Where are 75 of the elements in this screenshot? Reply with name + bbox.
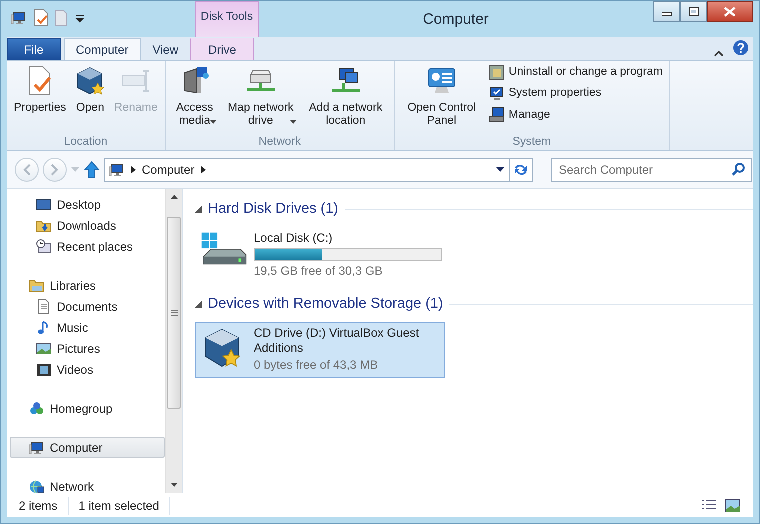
nav-item[interactable]: Libraries (10, 275, 165, 296)
nav-item[interactable]: Desktop (10, 194, 165, 215)
scroll-up-arrow-icon[interactable] (170, 195, 178, 199)
film-strip-icon (36, 362, 52, 378)
computer-check-icon (488, 86, 505, 102)
minimize-button[interactable] (653, 1, 680, 22)
nav-item[interactable]: Pictures (10, 338, 165, 359)
properties-icon[interactable] (33, 9, 49, 27)
breadcrumb-chevron-icon (200, 166, 206, 174)
recent-places-icon (36, 238, 52, 254)
nav-item[interactable]: Documents (10, 296, 165, 317)
document-icon (36, 298, 52, 314)
close-button[interactable] (707, 1, 753, 22)
nav-item[interactable]: Videos (10, 359, 165, 380)
scroll-down-arrow-icon[interactable] (170, 483, 178, 487)
ribbon-tab[interactable]: View (140, 38, 190, 60)
monitor-icon (36, 196, 52, 212)
up-arrow-icon[interactable] (84, 160, 100, 178)
ribbon-command-button[interactable]: Manage (486, 106, 665, 125)
help-icon[interactable] (733, 40, 749, 56)
window-title: Computer (422, 10, 490, 30)
ribbon-command-button[interactable]: System properties (486, 84, 665, 104)
address-dropdown-icon[interactable] (496, 167, 505, 172)
ribbon-command-button[interactable]: Uninstall or change a program (486, 63, 665, 82)
search-field[interactable]: Search Computer (551, 158, 752, 182)
ribbon-tab[interactable]: Drive (190, 38, 254, 60)
restore-icon (688, 7, 698, 16)
globe-icon (29, 478, 45, 493)
breadcrumb-chevron-icon (131, 166, 136, 174)
nav-item[interactable]: Recent places (10, 236, 165, 257)
ribbon-tab[interactable]: Computer (64, 38, 141, 60)
scrollbar-thumb[interactable] (167, 217, 181, 409)
computer-tools-icon (488, 107, 505, 124)
picture-icon (36, 340, 52, 356)
nav-item[interactable]: Computer (10, 437, 165, 458)
drive-capacity: 19,5 GB free of 30,3 GB (254, 262, 384, 280)
drive-name: CD Drive (D:) VirtualBox Guest Additions (254, 326, 420, 356)
ribbon-command-button[interactable]: Access media (170, 63, 220, 134)
ribbon-command-button[interactable]: Properties (11, 63, 70, 134)
ribbon-command-button[interactable]: Map network drive (222, 63, 300, 134)
computer-icon (109, 162, 125, 178)
ribbon-command-button[interactable]: Open (71, 63, 110, 134)
ribbon-command-button[interactable]: Add a network location (302, 63, 390, 134)
status-text: 2 items (19, 496, 69, 514)
drive-capacity: 0 bytes free of 43,3 MB (254, 356, 380, 374)
maximize-button[interactable] (680, 1, 707, 22)
address-bar[interactable]: Computer (104, 158, 510, 182)
breadcrumb[interactable]: Computer (142, 160, 195, 178)
collapse-triangle-icon[interactable] (195, 301, 202, 308)
nav-item[interactable]: Music (10, 317, 165, 338)
grip-lines-icon (170, 310, 178, 316)
refresh-arrows-icon (513, 162, 529, 176)
drive-item[interactable]: CD Drive (D:) VirtualBox Guest Additions 0 bytes free of 43,3 MB (195, 322, 445, 378)
close-icon (724, 6, 736, 16)
homegroup-icon (29, 400, 45, 416)
group-heading: Hard Disk Drives (1) (208, 200, 339, 219)
details-view-icon[interactable] (701, 498, 717, 512)
computer-icon (11, 10, 27, 26)
file-tab[interactable]: File (7, 38, 61, 60)
ribbon-group-label: System (512, 135, 552, 150)
drive-name: Local Disk (C:) (254, 230, 334, 246)
drive-item[interactable]: Local Disk (C:) 19,5 GB free of 30,3 GB (195, 226, 445, 284)
refresh-button[interactable] (509, 158, 533, 182)
program-box-icon (488, 64, 505, 81)
collapse-triangle-icon[interactable] (195, 206, 202, 214)
ribbon-group-label: Location (63, 135, 109, 150)
ribbon-command-button[interactable]: Open Control Panel (398, 63, 485, 134)
nav-item[interactable]: Homegroup (10, 398, 165, 419)
large-icons-view-icon[interactable] (725, 498, 741, 512)
group-heading: Devices with Removable Storage (1) (208, 294, 444, 314)
contextual-tab-group-label: Disk Tools (195, 1, 259, 37)
status-text: 1 item selected (78, 496, 170, 514)
computer-icon (29, 440, 45, 456)
ribbon-group-label: Network (258, 135, 302, 150)
nav-item[interactable]: Downloads (10, 215, 165, 236)
